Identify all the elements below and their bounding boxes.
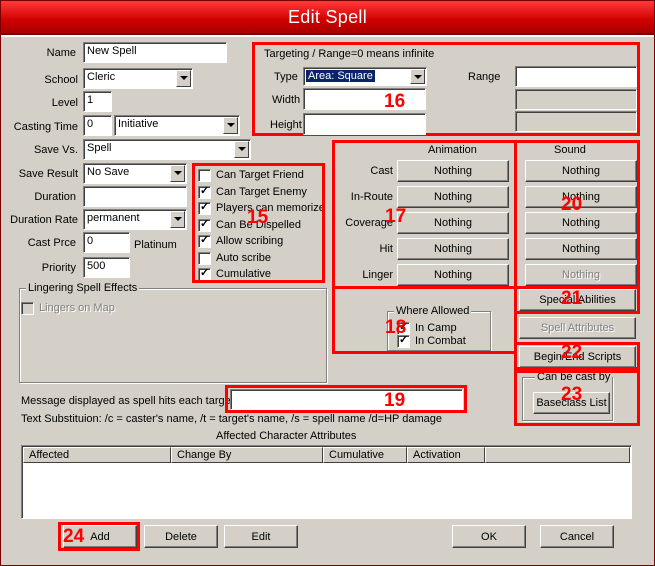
- height-label: Height: [270, 119, 302, 131]
- chevron-down-icon[interactable]: [176, 70, 191, 87]
- annotation-label-24: 24: [63, 526, 85, 547]
- name-input[interactable]: New Spell: [83, 42, 227, 63]
- annotation-box-18: [332, 286, 517, 354]
- annotation-label-20: 20: [561, 194, 583, 215]
- cast-price-label: Cast Prce: [27, 237, 76, 249]
- cast-price-unit: Platinum: [134, 239, 177, 251]
- edit-button[interactable]: Edit: [224, 525, 298, 548]
- annotation-box-19: [225, 385, 467, 413]
- column-header-activation[interactable]: Activation: [407, 447, 485, 463]
- priority-input[interactable]: 500: [83, 257, 130, 278]
- level-label: Level: [51, 97, 78, 109]
- duration-label: Duration: [34, 191, 76, 203]
- school-select[interactable]: Cleric: [83, 68, 193, 89]
- message-label: Message displayed as spell hits each tar…: [21, 395, 234, 407]
- priority-label: Priority: [41, 262, 76, 274]
- delete-button[interactable]: Delete: [144, 525, 218, 548]
- target-type-select[interactable]: Area: Square: [303, 67, 427, 86]
- width-input[interactable]: [303, 88, 426, 110]
- casting-time-input[interactable]: 0: [83, 115, 112, 136]
- duration-input[interactable]: [83, 186, 187, 207]
- range-input[interactable]: [515, 66, 637, 87]
- save-result-select[interactable]: No Save: [83, 163, 187, 184]
- chevron-down-icon[interactable]: [170, 165, 185, 182]
- chevron-down-icon[interactable]: [223, 117, 238, 134]
- title-bar: Edit Spell: [1, 1, 654, 35]
- chevron-down-icon[interactable]: [170, 211, 185, 228]
- annotation-label-18: 18: [385, 317, 407, 338]
- column-header-cumulative[interactable]: Cumulative: [323, 447, 407, 463]
- casting-time-unit-select[interactable]: Initiative: [114, 115, 240, 136]
- width-label: Width: [272, 94, 301, 106]
- save-vs-label: Save Vs.: [33, 144, 78, 156]
- school-label: School: [44, 74, 78, 86]
- lingers-on-map-label: Lingers on Map: [39, 302, 115, 314]
- annotation-label-15: 15: [247, 207, 269, 228]
- affected-attributes-table[interactable]: Affected Change By Cumulative Activation: [21, 445, 632, 519]
- checkbox-box: [21, 302, 34, 315]
- cast-price-input[interactable]: 0: [83, 232, 130, 253]
- range-input-3: [515, 111, 637, 132]
- duration-rate-select[interactable]: permanent: [83, 209, 187, 230]
- save-result-label: Save Result: [18, 168, 78, 180]
- target-type-value: Area: Square: [306, 70, 375, 82]
- casting-time-unit-value: Initiative: [118, 118, 159, 130]
- annotation-label-17: 17: [385, 206, 407, 227]
- save-vs-value: Spell: [87, 142, 112, 154]
- annotation-label-22: 22: [561, 342, 583, 363]
- affected-attributes-title: Affected Character Attributes: [216, 430, 357, 442]
- annotation-label-19: 19: [384, 390, 406, 411]
- name-label: Name: [46, 47, 76, 59]
- range-label: Range: [468, 71, 501, 83]
- casting-time-label: Casting Time: [13, 121, 78, 133]
- range-input-2: [515, 89, 637, 110]
- type-label: Type: [274, 71, 298, 83]
- save-result-value: No Save: [87, 166, 130, 178]
- annotation-label-23: 23: [561, 384, 583, 405]
- annotation-label-16: 16: [384, 91, 406, 112]
- column-header-affected[interactable]: Affected: [23, 447, 171, 463]
- ok-button[interactable]: OK: [452, 525, 526, 548]
- title-divider: [1, 35, 654, 37]
- duration-rate-label: Duration Rate: [10, 214, 78, 226]
- substitution-help: Text Substituion: /c = caster's name, /t…: [21, 413, 442, 425]
- duration-rate-value: permanent: [87, 212, 140, 224]
- chevron-down-icon[interactable]: [410, 69, 425, 84]
- window-title: Edit Spell: [287, 7, 368, 27]
- annotation-label-21: 21: [561, 288, 583, 309]
- chevron-down-icon[interactable]: [234, 141, 249, 158]
- level-input[interactable]: 1: [83, 91, 112, 112]
- school-value: Cleric: [87, 71, 116, 83]
- height-input[interactable]: [303, 113, 426, 135]
- edit-spell-dialog: Edit Spell Name New Spell School Cleric …: [0, 0, 655, 566]
- annotation-box-17: [332, 140, 517, 289]
- lingering-group-title: Lingering Spell Effects: [26, 282, 140, 294]
- column-header-change-by[interactable]: Change By: [171, 447, 323, 463]
- column-header-empty[interactable]: [485, 447, 630, 463]
- save-vs-select[interactable]: Spell: [83, 139, 251, 160]
- spell-attributes-button[interactable]: Spell Attributes: [519, 317, 636, 339]
- cancel-button[interactable]: Cancel: [540, 525, 614, 548]
